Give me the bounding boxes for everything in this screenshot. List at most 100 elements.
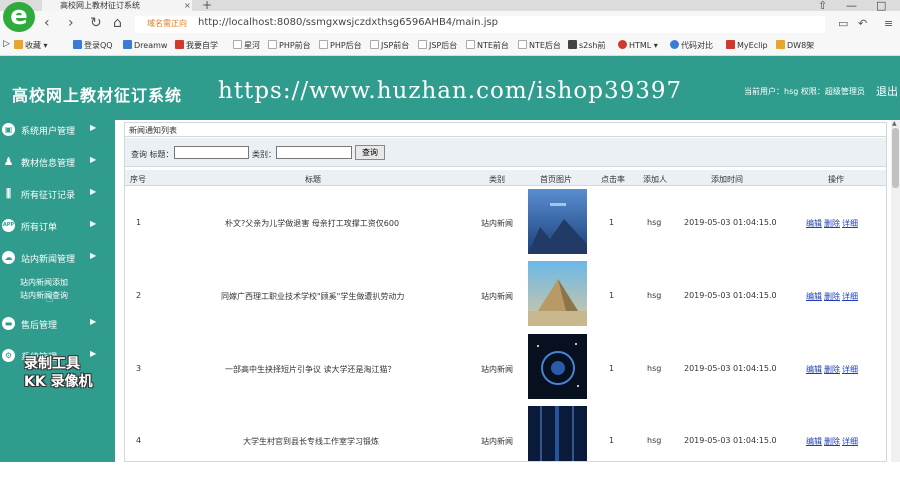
qq-icon <box>73 40 82 49</box>
browser-tab-bar: 高校网上教材征订系统 × + ⇧ — □ <box>0 0 900 12</box>
sidebar-item-after-sales[interactable]: ▬ 售后管理 ▶ <box>0 314 115 334</box>
news-title: 朴文?父亲为儿学做退害 母亲打工攻撑工资仅600 <box>225 219 400 228</box>
fav-item[interactable]: 我要自学 <box>175 40 218 51</box>
fav-item[interactable]: 代码对比 <box>670 40 713 51</box>
edit-link[interactable]: 编辑 <box>806 292 822 301</box>
sidebar-subitem-news-add[interactable]: 站内新闻添加 <box>20 277 68 288</box>
page-icon <box>418 40 427 49</box>
fav-item[interactable]: HTML ▾ <box>618 40 658 50</box>
news-title: 大学生村官到县长专线工作室学习锻炼 <box>243 437 379 446</box>
s2sh-icon <box>568 40 577 49</box>
fav-item[interactable]: NTE后台 <box>518 40 561 51</box>
chevron-right-icon: ▶ <box>90 187 97 196</box>
title-search-input[interactable] <box>174 146 249 159</box>
delete-link[interactable]: 删除 <box>824 437 840 446</box>
edit-link[interactable]: 编辑 <box>806 219 822 228</box>
category-search-input[interactable] <box>276 146 352 159</box>
fav-item[interactable]: NTE前台 <box>466 40 509 51</box>
search-bar: 查询 标题： 类别： 查询 <box>125 138 886 167</box>
app-icon: APP <box>2 219 15 232</box>
search-button[interactable]: 查询 <box>355 145 385 160</box>
vertical-scrollbar[interactable]: ▲ <box>891 120 900 462</box>
chart-icon: ⫼ <box>5 187 12 200</box>
users-icon: ♟ <box>3 155 14 168</box>
dw8-icon <box>776 40 785 49</box>
scroll-up-icon[interactable]: ▲ <box>892 120 897 127</box>
sidebar-item-news[interactable]: ☁ 站内新闻管理 ▶ <box>0 248 115 268</box>
row-actions: 编辑 删除 详细 <box>806 364 860 375</box>
news-thumbnail[interactable] <box>528 334 587 399</box>
address-bar[interactable]: 域名需正向 http://localhost:8080/ssmgxwsjczdx… <box>135 16 825 33</box>
edit-link[interactable]: 编辑 <box>806 437 822 446</box>
fav-item[interactable]: MyEclip <box>726 40 768 50</box>
browser-nav-bar: ‹ › ↻ ⌂ 域名需正向 http://localhost:8080/ssmg… <box>0 11 900 37</box>
recorder-watermark: 录制工具 KK 录像机 <box>24 356 93 390</box>
sidebar-item-textbook-info[interactable]: ♟ 教材信息管理 ▶ <box>0 152 115 172</box>
col-no: 序号 <box>130 175 146 184</box>
cloud-icon: ☁ <box>2 251 15 264</box>
favorites-bar: ▷ 收藏 ▾ 登录QQ Dreamw 我要自学 星河 PHP前台 PHP后台 J… <box>0 37 900 56</box>
sidebar-item-orders[interactable]: APP 所有订单 ▶ <box>0 216 115 236</box>
sidebar-item-subscription-records[interactable]: ⫼ 所有征订记录 ▶ <box>0 184 115 204</box>
tab-close-icon[interactable]: × <box>184 0 191 11</box>
forward-icon[interactable]: › <box>68 15 74 31</box>
row-actions: 编辑 删除 详细 <box>806 218 860 229</box>
url-text[interactable]: http://localhost:8080/ssmgxwsjczdxthsg65… <box>198 17 498 28</box>
row-actions: 编辑 删除 详细 <box>806 436 860 447</box>
scrollbar-thumb[interactable] <box>892 128 899 188</box>
sidebar-toggle-icon[interactable]: ▷ <box>3 39 10 49</box>
fav-item[interactable]: JSP前台 <box>370 40 409 51</box>
news-thumbnail[interactable] <box>528 189 587 254</box>
briefcase-icon: ▬ <box>2 317 15 330</box>
detail-link[interactable]: 详细 <box>842 292 858 301</box>
browser-tab[interactable]: 高校网上教材征订系统 <box>42 0 192 11</box>
search-title-label: 查询 标题： <box>131 150 174 159</box>
chevron-right-icon: ▶ <box>90 251 97 260</box>
category-label: 类别： <box>252 150 276 159</box>
chevron-right-icon: ▶ <box>90 317 97 326</box>
page-icon <box>233 40 242 49</box>
home-icon[interactable]: ⌂ <box>113 15 122 31</box>
delete-link[interactable]: 删除 <box>824 219 840 228</box>
col-title: 标题 <box>305 175 321 184</box>
compare-icon <box>670 40 679 49</box>
reload-icon[interactable]: ↻ <box>90 15 102 31</box>
detail-link[interactable]: 详细 <box>842 437 858 446</box>
edit-link[interactable]: 编辑 <box>806 365 822 374</box>
page-icon <box>370 40 379 49</box>
dreamweaver-icon <box>123 40 132 49</box>
reading-icon[interactable]: ▭ <box>838 17 848 30</box>
detail-link[interactable]: 详细 <box>842 365 858 374</box>
fav-item[interactable]: 收藏 ▾ <box>14 40 48 51</box>
col-actions: 操作 <box>828 175 844 184</box>
fav-item[interactable]: 登录QQ <box>73 40 113 51</box>
fav-item[interactable]: DW8架 <box>776 40 814 51</box>
page-icon <box>268 40 277 49</box>
news-title: 一部高中生抉择短片引争议 读大学还是淘江猫？ <box>225 365 396 374</box>
fav-item[interactable]: PHP后台 <box>319 40 362 51</box>
back-icon[interactable]: ‹ <box>44 15 50 31</box>
menu-icon[interactable]: ≡ <box>884 17 893 30</box>
fav-item[interactable]: JSP后台 <box>418 40 457 51</box>
fav-item[interactable]: 星河 <box>233 40 260 51</box>
chevron-right-icon: ▶ <box>90 123 97 132</box>
col-clicks: 点击率 <box>601 175 625 184</box>
undo-icon[interactable]: ↶ <box>858 17 867 30</box>
table-header: 序号 标题 类别 首页图片 点击率 添加人 添加时间 操作 <box>125 170 886 186</box>
chevron-right-icon: ▶ <box>90 155 97 164</box>
delete-link[interactable]: 删除 <box>824 365 840 374</box>
sidebar-item-system-users[interactable]: ▣ 系统用户管理 ▶ <box>0 120 115 140</box>
row-actions: 编辑 删除 详细 <box>806 291 860 302</box>
news-thumbnail[interactable] <box>528 261 587 326</box>
delete-link[interactable]: 删除 <box>824 292 840 301</box>
detail-link[interactable]: 详细 <box>842 219 858 228</box>
address-warning: 域名需正向 <box>147 19 187 28</box>
monitor-icon: ▣ <box>2 123 15 136</box>
page-icon <box>319 40 328 49</box>
fav-item[interactable]: s2sh前 <box>568 40 606 51</box>
news-thumbnail[interactable] <box>528 406 587 461</box>
sidebar-subitem-news-query[interactable]: 站内新闻查询 <box>20 290 68 301</box>
logout-link[interactable]: 退出 <box>876 83 898 99</box>
fav-item[interactable]: PHP前台 <box>268 40 311 51</box>
fav-item[interactable]: Dreamw <box>123 40 167 50</box>
